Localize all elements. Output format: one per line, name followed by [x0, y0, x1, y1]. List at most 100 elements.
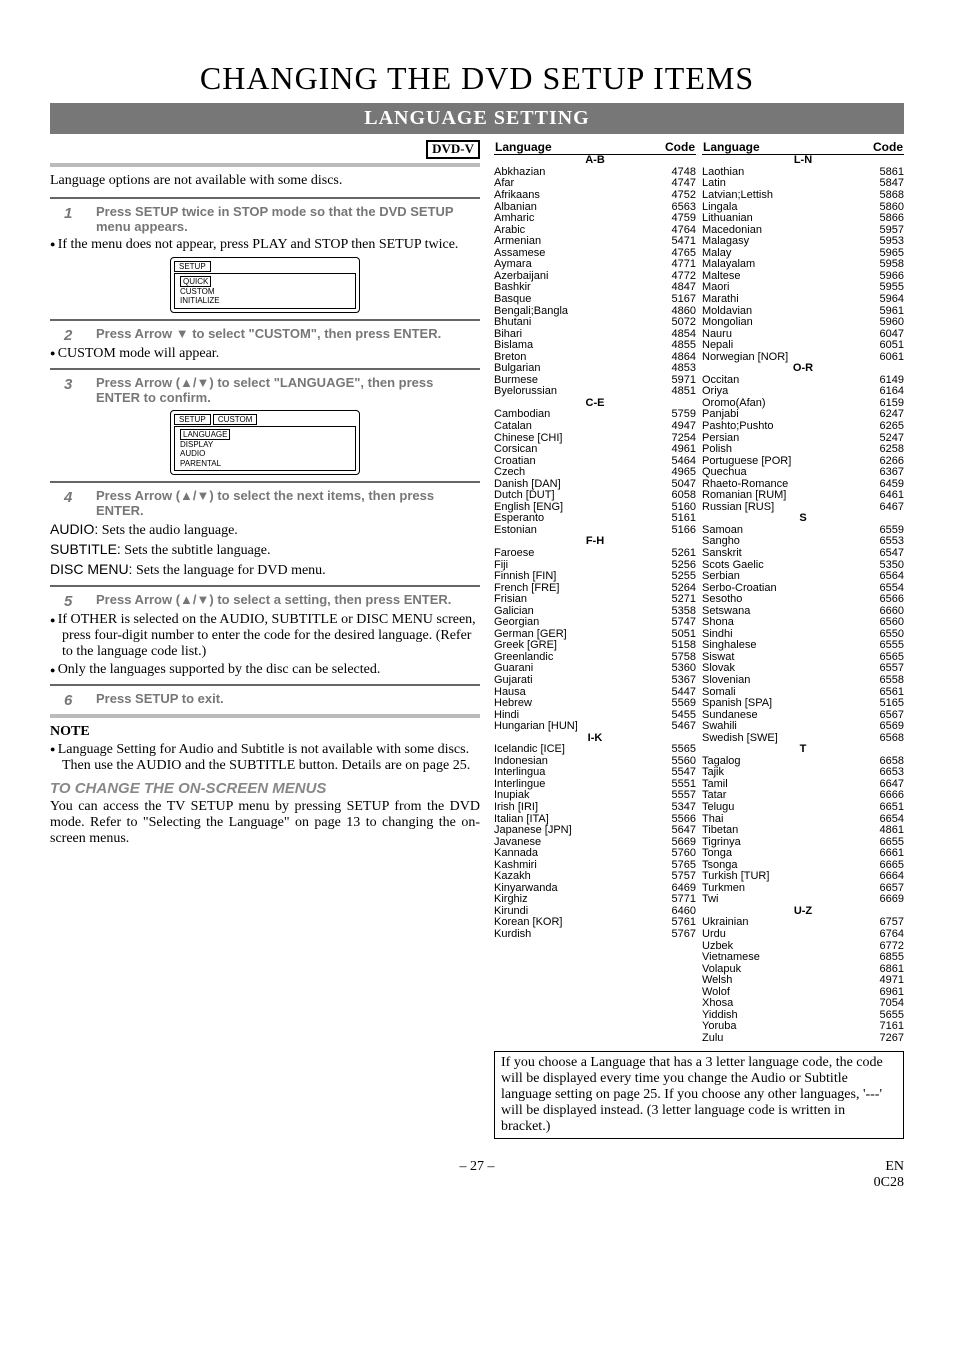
lang-code: 5347	[664, 802, 696, 814]
page-title: CHANGING THE DVD SETUP ITEMS	[50, 60, 904, 97]
def-text: Sets the subtitle language.	[124, 543, 270, 558]
step-5: 5 Press Arrow (▲/▼) to select a setting,…	[50, 593, 480, 610]
change-body: You can access the TV SETUP menu by pres…	[50, 799, 480, 847]
lang-row: Tigrinya6655	[702, 837, 904, 849]
lang-code: 5167	[664, 294, 696, 306]
change-heading: TO CHANGE THE ON-SCREEN MENUS	[50, 780, 480, 797]
lang-row: Marathi5964	[702, 294, 904, 306]
lang-name: Slovenian	[702, 675, 872, 687]
lang-name: Norwegian [NOR]	[702, 352, 872, 364]
lang-table-col-2: Language Code L-NLaothian5861Latin5847La…	[702, 140, 904, 1045]
lang-name: Tibetan	[702, 825, 872, 837]
def-label: SUBTITLE:	[50, 541, 121, 557]
bullet-text: If OTHER is selected on the AUDIO, SUBTI…	[50, 612, 480, 660]
divider	[50, 197, 480, 199]
lang-code: 5866	[872, 213, 904, 225]
table-head-lang: Language	[494, 140, 625, 155]
lang-code: 5165	[872, 698, 904, 710]
lang-row: Persian5247	[702, 433, 904, 445]
bullet-text: CUSTOM mode will appear.	[50, 346, 480, 362]
lang-row: Mongolian5960	[702, 317, 904, 329]
divider	[50, 585, 480, 587]
lang-code: 4947	[664, 421, 696, 433]
lang-code: 5367	[664, 675, 696, 687]
lang-row: Swahili6569	[702, 721, 904, 733]
lang-name: Hungarian [HUN]	[494, 721, 664, 733]
lang-row: Faroese5261	[494, 548, 696, 560]
lang-name: Nepali	[702, 340, 872, 352]
lang-name: Swahili	[702, 721, 872, 733]
osd-tab: CUSTOM	[213, 414, 258, 425]
osd-tab: SETUP	[174, 414, 211, 425]
lang-row: Finnish [FIN]5255	[494, 571, 696, 583]
lang-code: 4961	[664, 444, 696, 456]
lang-code: 6547	[872, 548, 904, 560]
step-number: 6	[50, 692, 96, 709]
lang-name: Sesotho	[702, 594, 872, 606]
def-label: AUDIO:	[50, 521, 98, 537]
divider	[50, 481, 480, 483]
lang-name: Ukrainian	[702, 917, 872, 929]
step-text: Press Arrow (▲/▼) to select "LANGUAGE", …	[96, 376, 480, 406]
lang-code: 5255	[664, 571, 696, 583]
divider	[50, 163, 480, 167]
lang-code: 4851	[664, 386, 696, 398]
lang-code: 6669	[872, 894, 904, 906]
osd-tab: SETUP	[174, 261, 211, 272]
lang-row: Tagalog6658	[702, 756, 904, 768]
lang-name: Estonian	[494, 525, 664, 537]
table-head-lang: Language	[702, 140, 833, 155]
lang-name: Pashto;Pushto	[702, 421, 872, 433]
lang-name: Frisian	[494, 594, 664, 606]
osd-item: INITIALIZE	[179, 296, 351, 305]
lang-code: 4855	[664, 340, 696, 352]
lang-row: Urdu6764	[702, 929, 904, 941]
page-footer: – 27 – EN 0C28	[50, 1159, 904, 1191]
lang-name: Mongolian	[702, 317, 872, 329]
step-number: 1	[50, 205, 96, 235]
lang-code: 5166	[664, 525, 696, 537]
lang-row: Turkmen6657	[702, 883, 904, 895]
lang-row: Hebrew5569	[494, 698, 696, 710]
lang-row: Catalan4947	[494, 421, 696, 433]
lang-code: 5569	[664, 698, 696, 710]
lang-name: Japanese [JPN]	[494, 825, 664, 837]
step-number: 2	[50, 327, 96, 344]
lang-name: Serbian	[702, 571, 872, 583]
lang-name: Afrikaans	[494, 190, 664, 202]
osd-screenshot-2: SETUP CUSTOM LANGUAGE DISPLAY AUDIO PARE…	[170, 410, 360, 475]
lang-code: 6558	[872, 675, 904, 687]
step-3: 3 Press Arrow (▲/▼) to select "LANGUAGE"…	[50, 376, 480, 406]
lang-code: 5271	[664, 594, 696, 606]
section-title: LANGUAGE SETTING	[50, 103, 904, 134]
lang-row: Polish6258	[702, 444, 904, 456]
lang-row: Vietnamese6855	[702, 952, 904, 964]
lang-name: Turkmen	[702, 883, 872, 895]
divider	[50, 684, 480, 686]
lang-code: 4965	[664, 467, 696, 479]
lang-row: Abkhazian4748	[494, 167, 696, 179]
lang-row: Laothian5861	[702, 167, 904, 179]
footer-code: 0C28	[824, 1175, 904, 1191]
lang-name: Abkhazian	[494, 167, 664, 179]
lang-row: Tibetan4861	[702, 825, 904, 837]
lang-name: Irish [IRI]	[494, 802, 664, 814]
lang-code: 6855	[872, 952, 904, 964]
lang-code: 6564	[872, 571, 904, 583]
step-text: Press Arrow (▲/▼) to select a setting, t…	[96, 593, 480, 610]
step-2: 2 Press Arrow ▼ to select "CUSTOM", then…	[50, 327, 480, 344]
lang-name: Catalan	[494, 421, 664, 433]
lang-name: Czech	[494, 467, 664, 479]
bullet-text: If the menu does not appear, press PLAY …	[50, 237, 480, 253]
lang-name: Quechua	[702, 467, 872, 479]
osd-item: DISPLAY	[179, 440, 351, 449]
lang-name: Bislama	[494, 340, 664, 352]
step-text: Press Arrow (▲/▼) to select the next ite…	[96, 489, 480, 519]
lang-name: Swedish [SWE]	[702, 733, 872, 745]
lang-row: Gujarati5367	[494, 675, 696, 687]
footer-lang: EN	[824, 1159, 904, 1175]
lang-row: Corsican4961	[494, 444, 696, 456]
lang-row: Czech4965	[494, 467, 696, 479]
lang-name: Tagalog	[702, 756, 872, 768]
lang-row: Sesotho6566	[702, 594, 904, 606]
